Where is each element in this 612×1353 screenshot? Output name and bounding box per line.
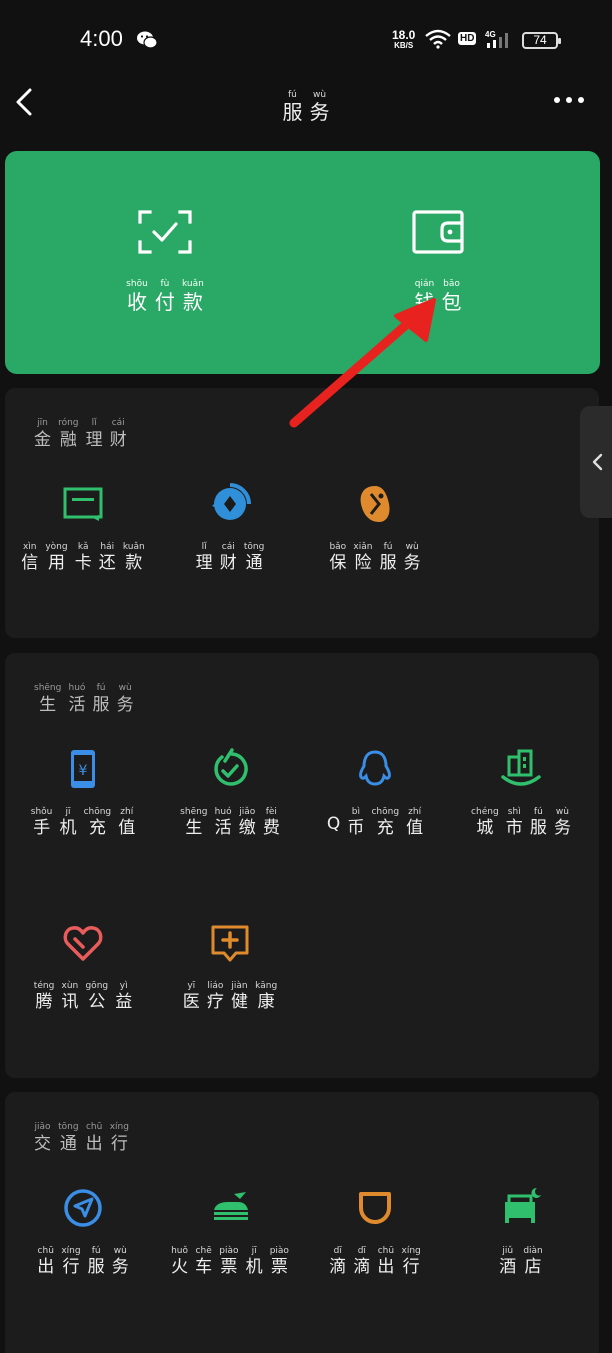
more-options-icon[interactable] bbox=[552, 92, 586, 108]
utility-payment-icon bbox=[214, 748, 248, 786]
didi-icon bbox=[359, 1192, 391, 1224]
battery-indicator: 74 bbox=[522, 32, 561, 49]
network-speed: 18.0 KB/S bbox=[392, 28, 416, 50]
hd-badge: HD bbox=[458, 32, 477, 45]
section-title-transport: jiāo 交 tōng 通 chū 出 xíng 行 bbox=[34, 1122, 129, 1154]
side-drawer-handle[interactable] bbox=[580, 406, 612, 518]
chevron-left-icon bbox=[592, 453, 603, 471]
charity-heart-icon bbox=[63, 926, 103, 961]
section-title-life: shēng 生 huó 活 fú 服 wù 务 bbox=[34, 683, 134, 715]
medical-health-item[interactable]: yī 医 liáo 疗 jiàn 健 kāng 康 bbox=[160, 921, 300, 1012]
train-icon bbox=[214, 1192, 248, 1220]
train-flight-tickets-item[interactable]: huǒ 火 chē 车 piào 票 jī 机 piào 票 bbox=[160, 1186, 300, 1277]
credit-card-icon bbox=[63, 487, 103, 521]
wechat-icon bbox=[137, 31, 158, 49]
insurance-icon bbox=[360, 486, 390, 522]
hotel-item[interactable]: jiǔ 酒 diàn 店 bbox=[451, 1186, 591, 1277]
finance-section: jīn 金 róng 融 lǐ 理 cái 财 xìn 信 yòng 用 kǎ 卡 hái 还 … bbox=[5, 388, 599, 638]
status-bar: 4:00 18.0 KB/S HD 4G 74 bbox=[0, 0, 612, 80]
didi-ride-item[interactable]: dī 滴 dī 滴 chū 出 xíng 行 bbox=[305, 1186, 445, 1277]
city-service-item[interactable]: chéng 城 shì 市 fú 服 wù 务 bbox=[451, 747, 591, 838]
wifi-icon bbox=[425, 29, 451, 49]
qcoin-topup-item[interactable]: Q bì 币 chōng 充 zhí 值 bbox=[305, 747, 445, 838]
travel-service-item[interactable]: chū 出 xíng 行 fú 服 wù 务 bbox=[13, 1186, 153, 1277]
receive-payment-button[interactable]: shōu 收 fù 付 kuǎn 款 bbox=[85, 209, 245, 314]
life-services-section: shēng 生 huó 活 fú 服 wù 务 ¥ shǒu 手 jī 机 chōng 充 z… bbox=[5, 653, 599, 1078]
tencent-charity-item[interactable]: téng 腾 xùn 讯 gōng 公 yì 益 bbox=[13, 921, 153, 1012]
phone-topup-icon: ¥ bbox=[71, 750, 95, 788]
signal-icon: 4G bbox=[485, 30, 508, 48]
utility-payment-item[interactable]: shēng 生 huó 活 jiǎo 缴 fèi 费 bbox=[160, 747, 300, 838]
wealth-icon bbox=[212, 483, 251, 520]
section-title-finance: jīn 金 róng 融 lǐ 理 cái 财 bbox=[34, 418, 127, 450]
wallet-icon bbox=[412, 210, 464, 254]
navigation-icon bbox=[64, 1189, 102, 1227]
insurance-service-item[interactable]: bǎo 保 xiǎn 险 fú 服 wù 务 bbox=[305, 482, 445, 573]
top-actions-card: shōu 收 fù 付 kuǎn 款 qián 钱 bāo 包 bbox=[5, 151, 600, 374]
phone-topup-item[interactable]: ¥ shǒu 手 jī 机 chōng 充 zhí 值 bbox=[13, 747, 153, 838]
status-time: 4:00 bbox=[80, 26, 123, 51]
credit-card-repayment-item[interactable]: xìn 信 yòng 用 kǎ 卡 hái 还 kuǎn 款 bbox=[13, 482, 153, 573]
wallet-button[interactable]: qián 钱 bāo 包 bbox=[358, 209, 518, 314]
header: fú 服 wù 务 bbox=[0, 80, 612, 128]
scan-check-icon bbox=[138, 210, 192, 254]
svg-text:¥: ¥ bbox=[79, 763, 88, 779]
medical-icon bbox=[211, 925, 249, 962]
svg-text:4G: 4G bbox=[485, 30, 496, 39]
hotel-icon bbox=[505, 1187, 541, 1223]
page-title: fú 服 wù 务 bbox=[282, 90, 330, 124]
qq-icon bbox=[359, 750, 391, 786]
transport-section: jiāo 交 tōng 通 chū 出 xíng 行 chū 出 xíng 行 fú 服 wù… bbox=[5, 1092, 599, 1353]
city-icon bbox=[501, 749, 541, 786]
wealth-management-item[interactable]: lǐ 理 cái 财 tōng 通 bbox=[160, 482, 300, 573]
